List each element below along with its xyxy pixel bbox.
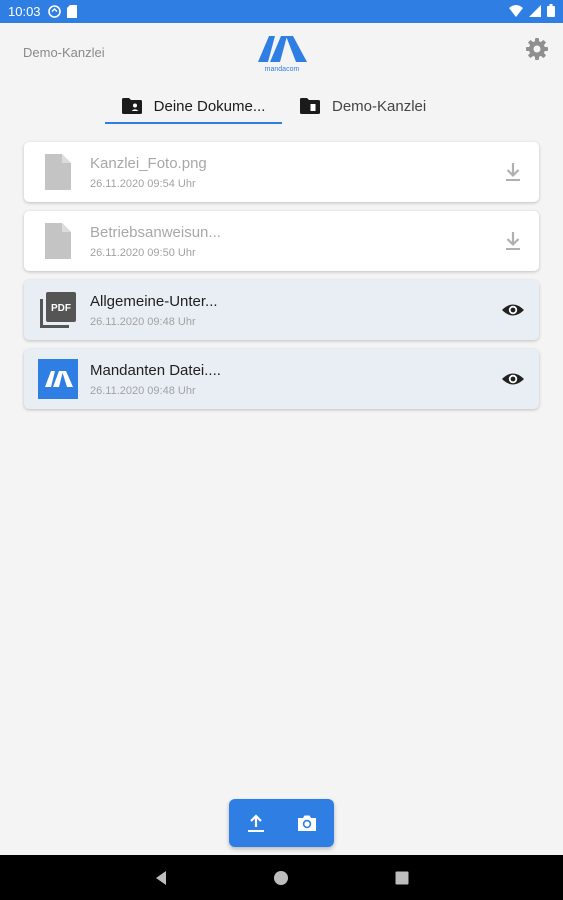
settings-button[interactable] [525,37,549,61]
document-list: Kanzlei_Foto.png 26.11.2020 09:54 Uhr Be… [24,142,539,418]
camera-button[interactable] [295,811,319,835]
recents-icon[interactable] [392,868,412,888]
wifi-icon [509,4,523,17]
camera-icon [298,815,316,831]
battery-icon [547,4,555,17]
document-card[interactable]: PDF Allgemeine-Unter... 26.11.2020 09:48… [24,280,539,340]
document-date: 26.11.2020 09:48 Uhr [90,316,196,328]
folder-person-icon [121,98,142,114]
tab-label: Demo-Kanzlei [332,97,427,115]
status-time: 10:03 [8,4,41,19]
tab-demo-kanzlei[interactable]: Demo-Kanzlei [300,89,426,123]
status-bar: 10:03 [0,0,563,23]
cell-signal-icon [529,4,541,17]
sync-icon [48,5,61,18]
document-name: Kanzlei_Foto.png [90,155,207,172]
mandacom-logo: mandacom [255,29,309,75]
tab-label: Deine Dokume... [153,97,266,115]
document-card[interactable]: Mandanten Datei.... 26.11.2020 09:48 Uhr [24,349,539,409]
document-date: 26.11.2020 09:54 Uhr [90,178,196,190]
logo-text: mandacom [265,66,300,73]
app-header: Demo-Kanzlei mandacom [0,23,563,83]
document-card[interactable]: Betriebsanweisun... 26.11.2020 09:50 Uhr [24,211,539,271]
document-date: 26.11.2020 09:48 Uhr [90,385,196,397]
pdf-label: PDF [51,303,71,314]
back-icon[interactable] [152,868,172,888]
file-icon [45,154,71,190]
document-date: 26.11.2020 09:50 Uhr [90,247,196,259]
folder-doc-icon [300,98,320,114]
active-tab-indicator [105,122,282,124]
download-icon[interactable] [501,160,525,184]
download-icon[interactable] [501,229,525,253]
document-name: Betriebsanweisun... [90,224,221,241]
document-card[interactable]: Kanzlei_Foto.png 26.11.2020 09:54 Uhr [24,142,539,202]
system-navigation-bar [0,855,563,900]
mandacom-file-icon [38,359,78,399]
tab-deine-dokumente[interactable]: Deine Dokume... [105,89,282,123]
file-icon [45,223,71,259]
sd-card-icon [67,5,77,18]
home-icon[interactable] [271,868,291,888]
eye-icon[interactable] [501,298,525,322]
upload-icon [248,814,264,832]
pdf-icon: PDF [40,292,76,328]
gear-icon [526,38,548,60]
eye-icon[interactable] [501,367,525,391]
document-name: Allgemeine-Unter... [90,293,218,310]
upload-actions [229,799,334,847]
upload-button[interactable] [244,811,268,835]
document-tabs: Deine Dokume... Demo-Kanzlei [0,83,563,125]
firm-name: Demo-Kanzlei [23,45,105,60]
document-name: Mandanten Datei.... [90,362,221,379]
